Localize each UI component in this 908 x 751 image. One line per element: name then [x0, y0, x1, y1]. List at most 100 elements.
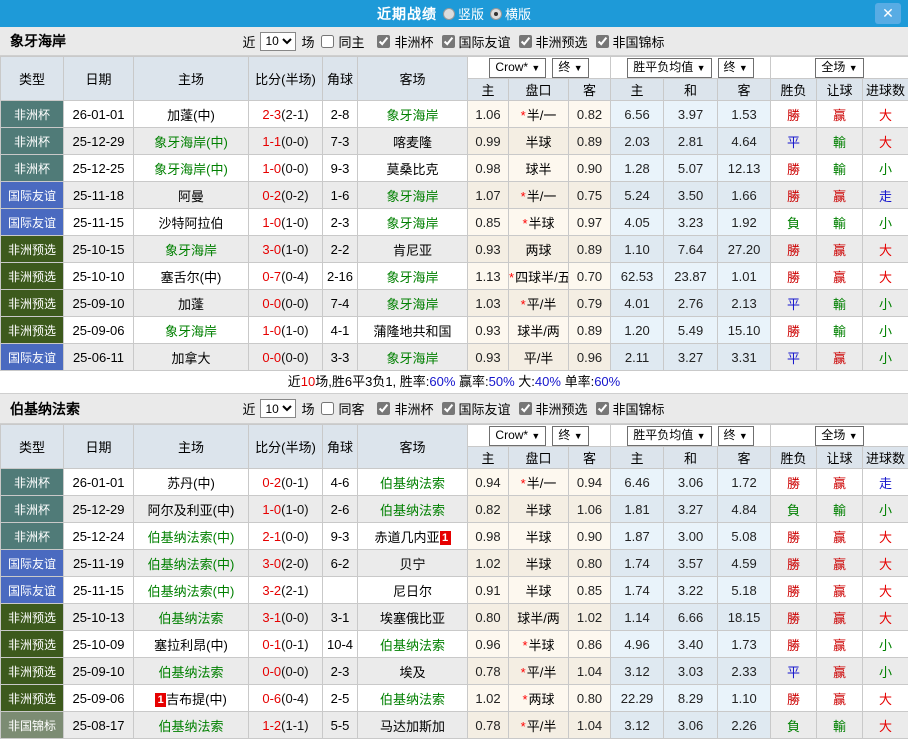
avg-lose: 1.53: [717, 100, 772, 128]
odds-home: 1.02: [467, 549, 509, 577]
result-goals: 小: [862, 289, 908, 317]
fulltime-score: 0-0: [262, 349, 282, 365]
avg-win: 5.24: [610, 181, 665, 209]
fulltime-score: 3-0: [262, 241, 282, 257]
home-team: 伯基纳法索: [133, 711, 249, 739]
match-date: 26-01-01: [63, 468, 134, 496]
team-name-text: 伯基纳法索: [379, 637, 445, 653]
team-name-text: 伯基纳法索(中): [147, 583, 235, 599]
fulltime-select[interactable]: 全场 ▼: [815, 57, 864, 78]
halftime-score: (0-0): [281, 349, 309, 365]
competition-type-badge: 国际友谊: [0, 549, 64, 577]
competition-checkbox-3[interactable]: [595, 34, 609, 48]
score: 3-1(0-0): [248, 603, 323, 631]
handicap-line: *半/一: [508, 100, 569, 128]
match-row: 国际友谊 25-11-15 沙特阿拉伯 1-0(1-0) 2-3 象牙海岸 0.85 *半球 0…: [0, 208, 908, 236]
result-wdl: 勝: [770, 468, 818, 496]
wdl-stage-select[interactable]: 终 ▼: [717, 57, 754, 78]
record-summary: 近10场,胜6平3负1, 胜率:60% 赢率:50% 大:40% 单率:60%: [0, 371, 908, 393]
handicap-star-icon: *: [522, 637, 528, 653]
away-team: 贝宁: [357, 549, 468, 577]
wdl-average-select[interactable]: 胜平负均值 ▼: [627, 57, 712, 78]
score: 0-2(0-2): [248, 181, 323, 209]
match-row: 非洲杯 25-12-24 伯基纳法索(中) 2-1(0-0) 9-3 赤道几内亚 1 0.98…: [0, 522, 908, 550]
corner-count: 2-3: [322, 208, 358, 236]
same-venue-checkbox[interactable]: [321, 34, 335, 48]
team-name-text: 伯基纳法索(中): [147, 556, 235, 572]
competition-label-3: 非国锦标: [612, 402, 665, 417]
competition-checkbox-2[interactable]: [518, 34, 532, 48]
chevron-down-icon: ▼: [848, 62, 858, 73]
odds-away: 0.80: [567, 549, 612, 577]
wdl-stage-select[interactable]: 终 ▼: [717, 425, 754, 446]
fulltime-score: 3-1: [262, 609, 282, 625]
result-goals: 走: [862, 181, 908, 209]
home-team: 伯基纳法索(中): [133, 549, 249, 577]
column-header-4: 角球: [322, 56, 358, 101]
result-handicap: 赢: [816, 100, 864, 128]
wdl-average-select[interactable]: 胜平负均值 ▼: [627, 425, 712, 446]
halftime-score: (1-0): [281, 322, 309, 338]
same-venue-checkbox[interactable]: [321, 402, 335, 415]
odds-company-select[interactable]: Crow* ▼: [489, 425, 547, 446]
radio-unselected-icon[interactable]: [442, 7, 455, 20]
layout-vertical-label[interactable]: 竖版: [458, 4, 484, 23]
result-handicap: 輸: [816, 208, 864, 236]
home-team: 象牙海岸(中): [133, 154, 249, 182]
competition-checkbox-1[interactable]: [441, 34, 455, 48]
layout-horizontal-option[interactable]: 横版: [490, 4, 531, 23]
odds-home: 0.85: [467, 208, 509, 236]
fulltime-score: 0-0: [262, 663, 282, 679]
team-name-text: 吉布提(中): [166, 691, 227, 707]
odds-away: 0.97: [567, 208, 612, 236]
score: 0-0(0-0): [248, 289, 323, 317]
result-wdl: 平: [770, 657, 818, 685]
fulltime-select[interactable]: 全场 ▼: [815, 425, 864, 446]
close-icon[interactable]: ✕: [875, 3, 901, 24]
match-row: 非洲杯 25-12-25 象牙海岸(中) 1-0(0-0) 9-3 莫桑比克 0.98 球半 0…: [0, 154, 908, 182]
competition-label-2: 非洲预选: [535, 402, 588, 417]
team-name-text: 伯基纳法索: [379, 502, 445, 518]
avg-lose: 3.31: [717, 343, 772, 371]
recent-results-panel: 近期战绩 竖版 横版 ✕ 象牙海岸近 10 场同主 非洲杯 国际友谊 非洲预选 非国锦标 类型…: [0, 0, 908, 739]
handicap-star-icon: *: [520, 296, 526, 312]
layout-horizontal-label[interactable]: 横版: [505, 4, 531, 23]
avg-win: 4.01: [610, 289, 665, 317]
result-wdl: 負: [770, 208, 818, 236]
games-label: 场: [301, 34, 315, 50]
radio-selected-icon[interactable]: [490, 7, 502, 20]
score: 3-0(2-0): [248, 549, 323, 577]
score: 0-0(0-0): [248, 657, 323, 685]
odds-home: 0.93: [467, 316, 509, 344]
odds-company-select[interactable]: Crow* ▼: [489, 57, 547, 78]
team-name-text: 蒲隆地共和国: [373, 323, 452, 339]
result-goals: 大: [862, 603, 908, 631]
games-count-select[interactable]: 10: [260, 31, 297, 51]
result-handicap: 輸: [816, 289, 864, 317]
avg-lose: 15.10: [717, 316, 772, 344]
summary-part-8: 单率:: [560, 374, 595, 389]
match-row: 非洲预选 25-09-06 1 吉布提(中) 0-6(0-4) 2-5 伯基纳法索 1.02 *…: [0, 684, 908, 712]
competition-checkbox-2[interactable]: [518, 402, 532, 415]
summary-part-0: 近: [287, 374, 301, 389]
odds-away: 0.96: [567, 343, 612, 371]
corner-count: 2-16: [322, 262, 358, 290]
avg-lose: 12.13: [717, 154, 772, 182]
layout-vertical-option[interactable]: 竖版: [442, 4, 484, 23]
halftime-score: (2-0): [281, 555, 309, 571]
result-wdl: 勝: [770, 549, 818, 577]
competition-checkbox-0[interactable]: [377, 34, 391, 48]
competition-checkbox-1[interactable]: [441, 402, 455, 415]
odds-stage-select[interactable]: 终 ▼: [552, 425, 589, 446]
competition-checkbox-0[interactable]: [377, 402, 391, 415]
avg-lose: 1.66: [717, 181, 772, 209]
column-header-3: 比分(半场): [248, 424, 323, 469]
odds-stage-select[interactable]: 终 ▼: [552, 57, 589, 78]
avg-win: 1.74: [610, 549, 665, 577]
fulltime-score: 0-2: [262, 474, 282, 490]
games-count-select[interactable]: 10: [260, 399, 297, 418]
competition-checkbox-3[interactable]: [595, 402, 609, 415]
summary-part-2: 场,胜6平3负1, 胜率:: [315, 374, 430, 389]
corner-count: 9-3: [322, 522, 358, 550]
team-name-text: 象牙海岸: [386, 350, 439, 366]
